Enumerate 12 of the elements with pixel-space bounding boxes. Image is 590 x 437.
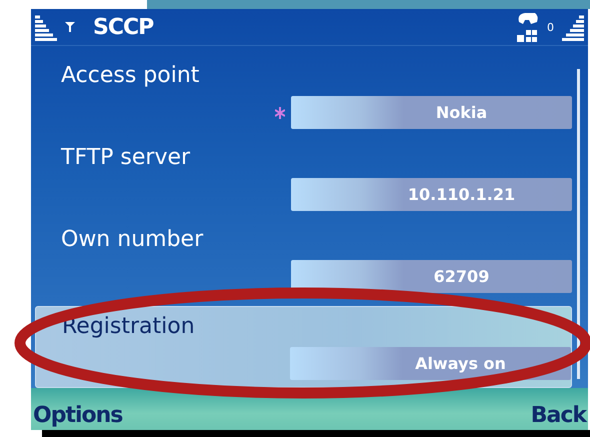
setting-row[interactable]: Access point Nokia xyxy=(31,56,572,138)
setting-label: Access point xyxy=(61,62,200,90)
options-softkey[interactable]: Options xyxy=(33,403,122,428)
setting-label: Own number xyxy=(61,226,204,254)
setting-row[interactable]: TFTP server 10.110.1.21 xyxy=(31,138,572,220)
network-icon xyxy=(517,30,539,42)
setting-label: TFTP server xyxy=(61,144,192,172)
setting-label: Registration xyxy=(62,313,196,341)
message-count: 0 xyxy=(547,20,554,34)
setting-row[interactable]: Own number 62709 xyxy=(31,220,572,302)
window-title: SCCP xyxy=(93,14,154,40)
back-softkey[interactable]: Back xyxy=(530,403,586,428)
